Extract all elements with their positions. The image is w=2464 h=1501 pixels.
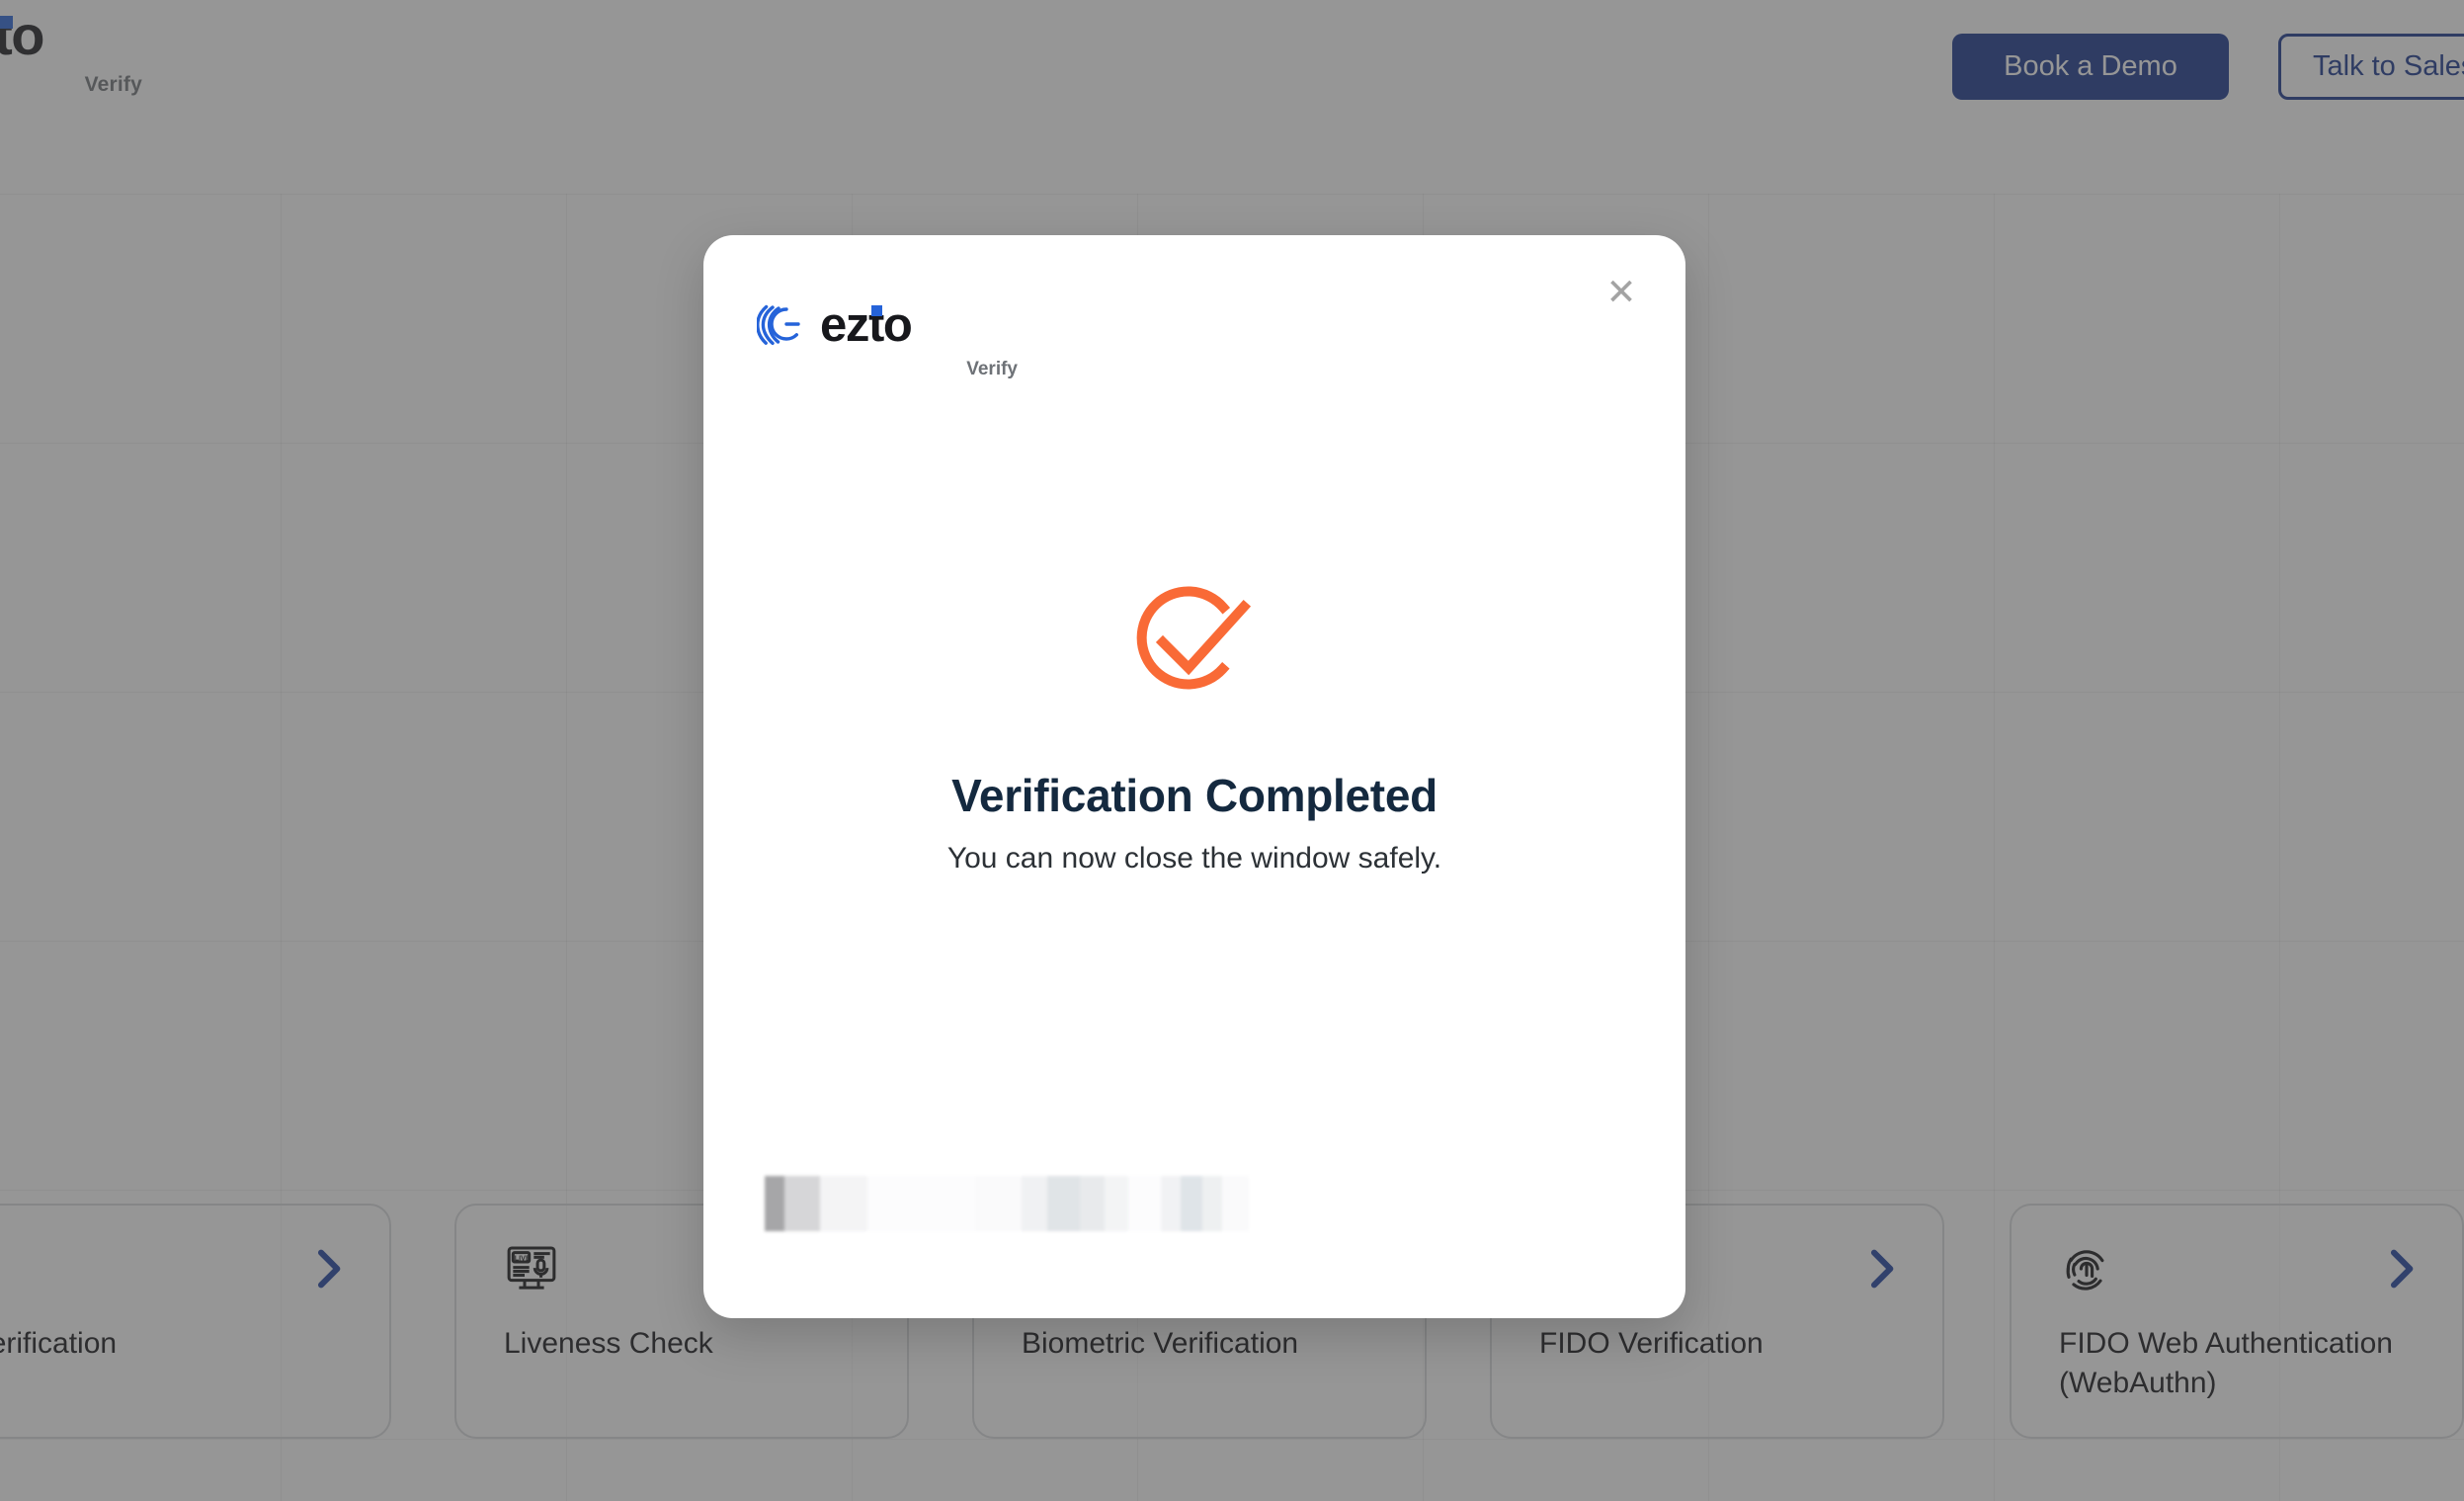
page-title: Verification Completed (951, 770, 1437, 821)
check-circle-icon (1123, 585, 1266, 706)
modal-logo-wordmark: ezto (820, 297, 913, 352)
modal-subtitle: You can now close the window safely. (946, 842, 1442, 875)
verification-completed-modal: ✕ ezto Verify Verification Completed You… (703, 235, 1685, 1318)
modal-logo: ezto Verify (756, 296, 1024, 387)
redacted-content-strip (765, 1176, 1249, 1231)
screen: ezto Verify Book a Demo Talk to Sales (0, 0, 2464, 1501)
modal-logo-subtitle: Verify (966, 359, 1018, 379)
close-icon[interactable]: ✕ (1599, 269, 1644, 314)
logo-accent-dot (871, 304, 882, 316)
ezto-wave-mark-icon (756, 296, 814, 354)
